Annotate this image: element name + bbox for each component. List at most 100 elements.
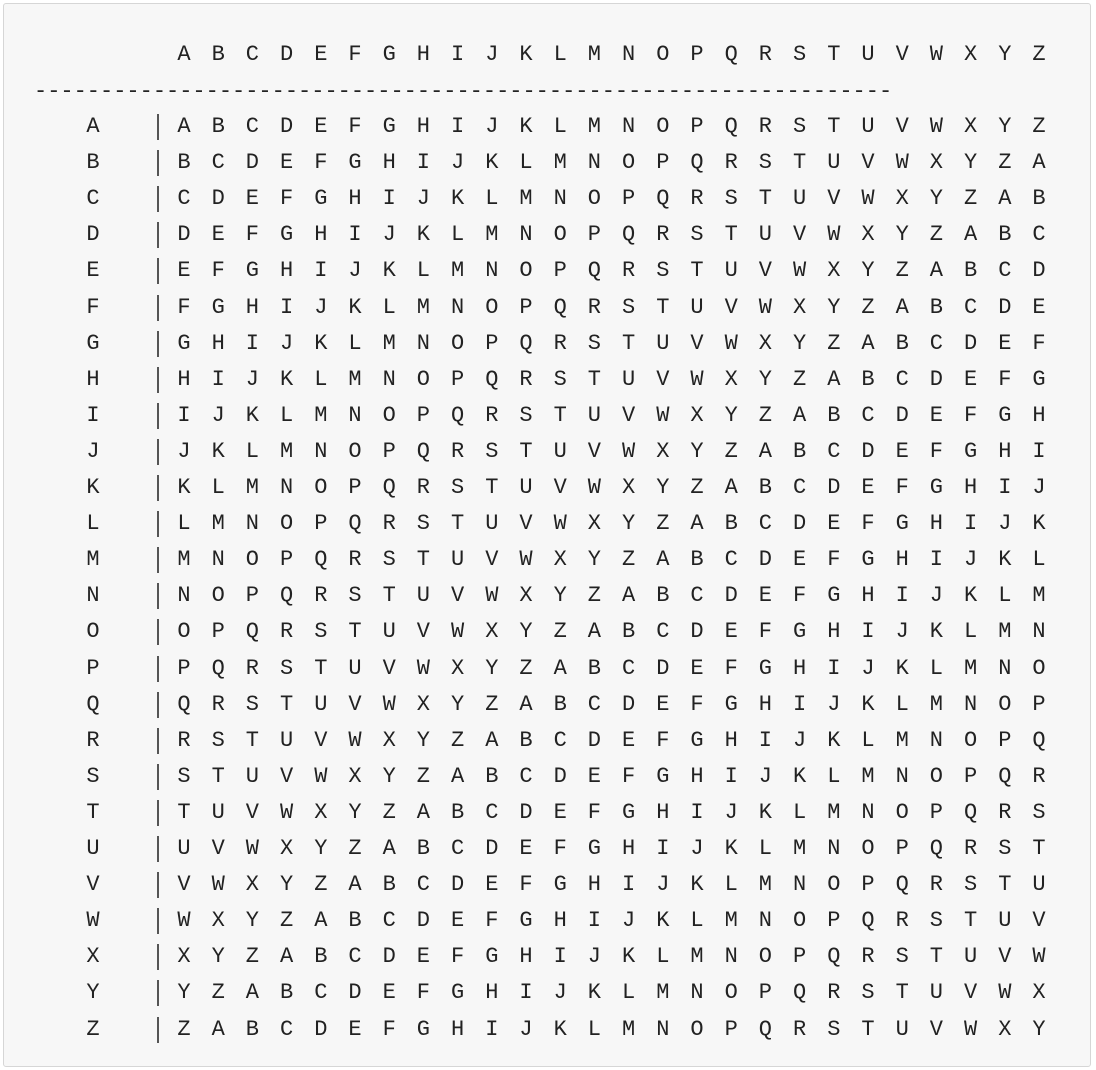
table-cell: E (382, 980, 396, 1006)
table-cell: G (587, 836, 601, 861)
table-cell: E (621, 727, 636, 753)
table-cell: V (177, 872, 191, 898)
row-label: I (86, 402, 100, 428)
table-cell: U (553, 438, 567, 464)
table-cell: F (758, 619, 772, 645)
table-cell: P (245, 583, 259, 609)
table-cell: I (758, 727, 772, 753)
table-cell: P (177, 655, 191, 681)
table-cell: V (690, 330, 704, 356)
table-cell: I (929, 547, 943, 573)
table-cell: P (485, 330, 499, 356)
table-cell: A (1032, 150, 1046, 176)
table-cell: M (519, 186, 533, 212)
table-cell: Q (724, 114, 738, 139)
table-cell: S (382, 547, 396, 573)
row-separator (157, 763, 159, 790)
column-header: W (929, 42, 943, 67)
table-cell: I (314, 258, 328, 284)
table-cell: N (1032, 619, 1046, 645)
table-cell: W (211, 872, 225, 898)
table-cell: L (245, 438, 259, 464)
table-cell: J (211, 402, 225, 428)
table-cell: T (827, 114, 841, 139)
table-cell: J (519, 1016, 533, 1042)
column-header: M (587, 42, 601, 67)
table-row: MMNOPQRSTUVWXYZABCDEFGHIJKL (4, 542, 1090, 578)
table-cell: C (348, 944, 362, 970)
table-cell: Q (690, 150, 704, 176)
table-row: BBCDEFGHIJKLMNOPQRSTUVWXYZA (4, 145, 1090, 181)
table-cell: L (314, 366, 328, 392)
table-cell: J (553, 980, 567, 1006)
table-cell: H (519, 944, 533, 970)
table-cell: K (382, 258, 396, 284)
table-cell: I (827, 655, 841, 681)
table-cell: N (450, 294, 465, 320)
table-cell: Q (861, 908, 875, 934)
table-cell: R (895, 908, 909, 934)
table-cell: S (416, 511, 430, 537)
table-cell: M (279, 438, 294, 464)
row-separator (157, 727, 159, 754)
row-label: D (86, 222, 100, 248)
table-cell: V (245, 799, 259, 825)
table-cell: K (827, 727, 841, 753)
row-separator (157, 944, 159, 971)
table-cell: N (861, 799, 875, 825)
table-row: QQRSTUVWXYZABCDEFGHIJKLMNOP (4, 687, 1090, 723)
table-cell: Q (382, 475, 396, 500)
table-cell: E (587, 763, 601, 789)
table-cell: J (621, 908, 636, 934)
table-cell: U (758, 222, 772, 248)
table-cell: J (382, 222, 396, 248)
row-separator (157, 691, 159, 718)
table-cell: J (348, 258, 362, 284)
table-cell: N (929, 727, 943, 753)
table-cell: G (450, 980, 465, 1006)
table-cell: A (519, 691, 533, 717)
table-cell: S (279, 655, 294, 681)
table-cell: M (211, 511, 225, 537)
table-cell: G (177, 330, 191, 356)
table-cell: S (690, 222, 704, 248)
table-cell: I (450, 114, 465, 139)
table-cell: B (314, 944, 328, 970)
column-header: H (416, 42, 430, 67)
row-label: O (86, 619, 100, 645)
table-cell: A (416, 799, 430, 825)
table-cell: B (998, 222, 1012, 248)
table-cell: D (279, 114, 294, 139)
table-cell: Y (245, 908, 259, 934)
table-cell: K (553, 1016, 567, 1042)
table-cell: X (895, 186, 909, 212)
row-separator (157, 655, 159, 682)
table-cell: G (245, 258, 259, 284)
table-cell: H (245, 294, 259, 320)
table-cell: I (861, 619, 875, 645)
table-cell: H (211, 330, 225, 356)
table-cell: R (382, 511, 396, 537)
table-cell: Z (553, 619, 567, 645)
table-cell: D (348, 980, 362, 1006)
table-cell: F (348, 114, 362, 139)
table-cell: U (450, 547, 465, 573)
table-cell: V (587, 438, 601, 464)
column-header: T (827, 42, 841, 67)
table-cell: E (861, 475, 875, 500)
table-cell: S (245, 691, 259, 717)
row-label: Y (86, 980, 100, 1006)
table-cell: B (245, 1016, 259, 1042)
table-row: EEFGHIJKLMNOPQRSTUVWXYZABCD (4, 253, 1090, 289)
table-cell: W (314, 763, 328, 789)
table-cell: E (792, 547, 807, 573)
table-cell: C (211, 150, 225, 176)
table-cell: P (621, 186, 636, 212)
table-row: GGHIJKLMNOPQRSTUVWXYZABCDEF (4, 326, 1090, 362)
table-cell: I (792, 691, 807, 717)
table-cell: G (690, 727, 704, 753)
table-cell: V (485, 547, 499, 573)
table-cell: J (1032, 475, 1046, 500)
column-header: U (861, 42, 875, 67)
table-cell: O (724, 980, 738, 1006)
